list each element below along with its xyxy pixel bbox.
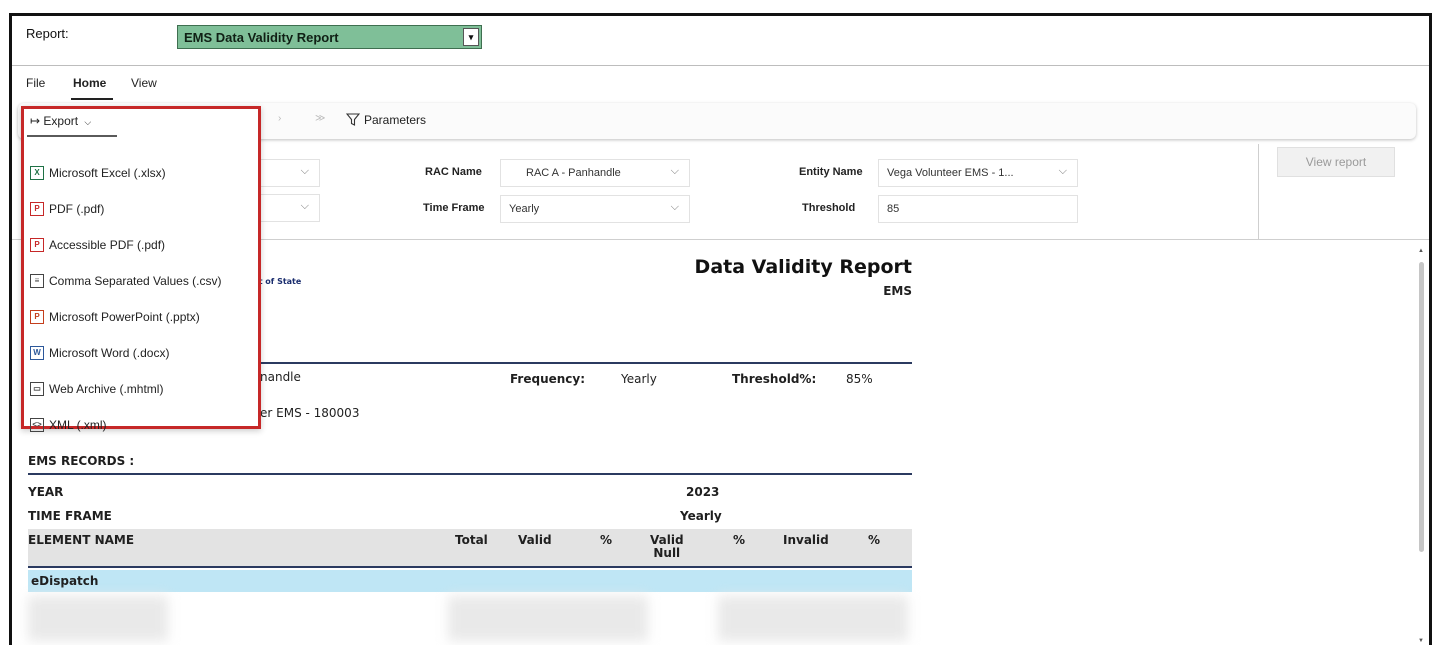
chevron-down-icon: ⌵: [670, 165, 679, 177]
export-option[interactable]: ≡ Comma Separated Values (.csv): [30, 271, 222, 291]
entity-name-fragment: er EMS - 180003: [260, 406, 360, 420]
frequency-value: Yearly: [621, 372, 657, 386]
year-label: YEAR: [28, 485, 64, 499]
csv-icon: ≡: [30, 274, 44, 288]
divider: [28, 566, 912, 568]
pdf-icon: P: [30, 202, 44, 216]
powerpoint-icon: P: [30, 310, 44, 324]
export-option-label: Web Archive (.mhtml): [49, 382, 164, 396]
export-option[interactable]: W Microsoft Word (.docx): [30, 343, 169, 363]
parameters-button[interactable]: Parameters: [345, 113, 427, 127]
last-page-button[interactable]: ≫: [315, 113, 325, 124]
frequency-label: Frequency:: [510, 372, 586, 386]
export-arrow-icon: ↦: [30, 114, 44, 128]
export-option[interactable]: P Accessible PDF (.pdf): [30, 235, 165, 255]
section-row-edispatch: eDispatch: [28, 570, 912, 592]
time-frame-value: Yearly: [509, 203, 540, 215]
word-icon: W: [30, 346, 44, 360]
param-select-hidden-2[interactable]: ⌵: [260, 194, 320, 222]
vertical-scrollbar[interactable]: ▲ ▼: [1417, 248, 1427, 644]
threshold-input[interactable]: 85: [878, 195, 1078, 223]
report-select[interactable]: EMS Data Validity Report ▾: [177, 25, 482, 49]
export-button-underline: [27, 135, 117, 137]
chevron-down-icon: ⌵: [300, 200, 309, 212]
col-valid-null-line2: Null: [653, 546, 681, 560]
export-option[interactable]: X Microsoft Excel (.xlsx): [30, 163, 166, 183]
col-valid: Valid: [518, 533, 552, 547]
rac-name-label: RAC Name: [425, 166, 482, 178]
report-select-value: EMS Data Validity Report: [184, 30, 339, 45]
rac-name-value: RAC A - Panhandle: [526, 167, 621, 179]
divider: [28, 473, 912, 475]
next-page-button[interactable]: ›: [278, 113, 281, 124]
export-option-label: Microsoft Word (.docx): [49, 346, 170, 360]
filter-icon: [345, 113, 361, 126]
col-valid-pct: %: [600, 533, 613, 547]
export-option-label: Microsoft Excel (.xlsx): [49, 166, 166, 180]
col-valid-null-line1: Valid: [650, 533, 684, 547]
export-label: Export: [43, 114, 79, 128]
export-option-label: Microsoft PowerPoint (.pptx): [49, 310, 200, 324]
col-invalid: Invalid: [783, 533, 829, 547]
chevron-down-icon: ⌵: [1058, 165, 1067, 177]
year-value: 2023: [686, 485, 720, 499]
menu-home[interactable]: Home: [73, 76, 106, 90]
col-element-name: ELEMENT NAME: [28, 533, 135, 547]
col-invalid-pct: %: [868, 533, 881, 547]
col-valid-null: Valid Null: [650, 534, 684, 560]
threshold-pct-label: Threshold%:: [732, 372, 817, 386]
report-title: Data Validity Report: [694, 256, 912, 278]
time-frame-select[interactable]: Yearly ⌵: [500, 195, 690, 223]
col-total: Total: [455, 533, 488, 547]
report-subtitle: EMS: [883, 284, 912, 298]
export-option-label: PDF (.pdf): [49, 202, 105, 216]
blurred-content: [718, 596, 908, 641]
blurred-content: [28, 596, 168, 641]
entity-name-label: Entity Name: [799, 166, 863, 178]
web-archive-icon: ▭: [30, 382, 44, 396]
records-heading: EMS RECORDS :: [28, 454, 135, 468]
menu-file[interactable]: File: [26, 76, 45, 90]
export-option[interactable]: P Microsoft PowerPoint (.pptx): [30, 307, 200, 327]
report-viewer-window: Report: EMS Data Validity Report ▾ File …: [9, 13, 1432, 645]
export-option-label: XML (.xml): [49, 418, 107, 432]
export-option-label: Accessible PDF (.pdf): [49, 238, 166, 252]
rac-name-fragment: nandle: [260, 370, 301, 384]
menu-view[interactable]: View: [131, 76, 157, 90]
chevron-down-icon: ⌵: [84, 117, 92, 127]
scroll-up-icon[interactable]: ▲: [1418, 248, 1424, 254]
rac-name-select[interactable]: RAC A - Panhandle ⌵: [500, 159, 690, 187]
time-frame-row-label: TIME FRAME: [28, 509, 112, 523]
xml-icon: <>: [30, 418, 44, 432]
accessible-pdf-icon: P: [30, 238, 44, 252]
chevron-down-icon: ⌵: [300, 165, 309, 177]
parameters-label: Parameters: [364, 113, 427, 127]
entity-name-select[interactable]: Vega Volunteer EMS - 1... ⌵: [878, 159, 1078, 187]
report-selector-bar: Report: EMS Data Validity Report ▾: [12, 16, 1429, 66]
view-report-button[interactable]: View report: [1277, 147, 1395, 177]
export-option[interactable]: ▭ Web Archive (.mhtml): [30, 379, 163, 399]
export-option[interactable]: P PDF (.pdf): [30, 199, 104, 219]
time-frame-row-value: Yearly: [680, 509, 722, 523]
threshold-pct-value: 85%: [846, 372, 873, 386]
threshold-label: Threshold: [802, 202, 856, 214]
scrollbar-thumb[interactable]: [1419, 262, 1424, 552]
col-null-pct: %: [733, 533, 746, 547]
threshold-value: 85: [887, 203, 900, 215]
time-frame-label: Time Frame: [423, 202, 485, 214]
dropdown-arrow-icon[interactable]: ▾: [463, 28, 479, 46]
export-button[interactable]: ↦ Export ⌵: [30, 114, 91, 128]
report-label: Report:: [26, 26, 69, 41]
blurred-content: [448, 596, 648, 641]
chevron-down-icon: ⌵: [670, 201, 679, 213]
export-option-label: Comma Separated Values (.csv): [49, 274, 222, 288]
divider: [1258, 144, 1259, 240]
scroll-down-icon[interactable]: ▼: [1418, 638, 1424, 644]
export-dropdown-menu: ↦ Export ⌵ X Microsoft Excel (.xlsx) P PDF …: [21, 106, 261, 432]
entity-name-value: Vega Volunteer EMS - 1...: [887, 167, 1014, 179]
active-tab-underline: [71, 98, 113, 100]
excel-icon: X: [30, 166, 44, 180]
param-select-hidden-1[interactable]: ⌵: [260, 159, 320, 187]
export-option[interactable]: <> XML (.xml): [30, 415, 107, 435]
